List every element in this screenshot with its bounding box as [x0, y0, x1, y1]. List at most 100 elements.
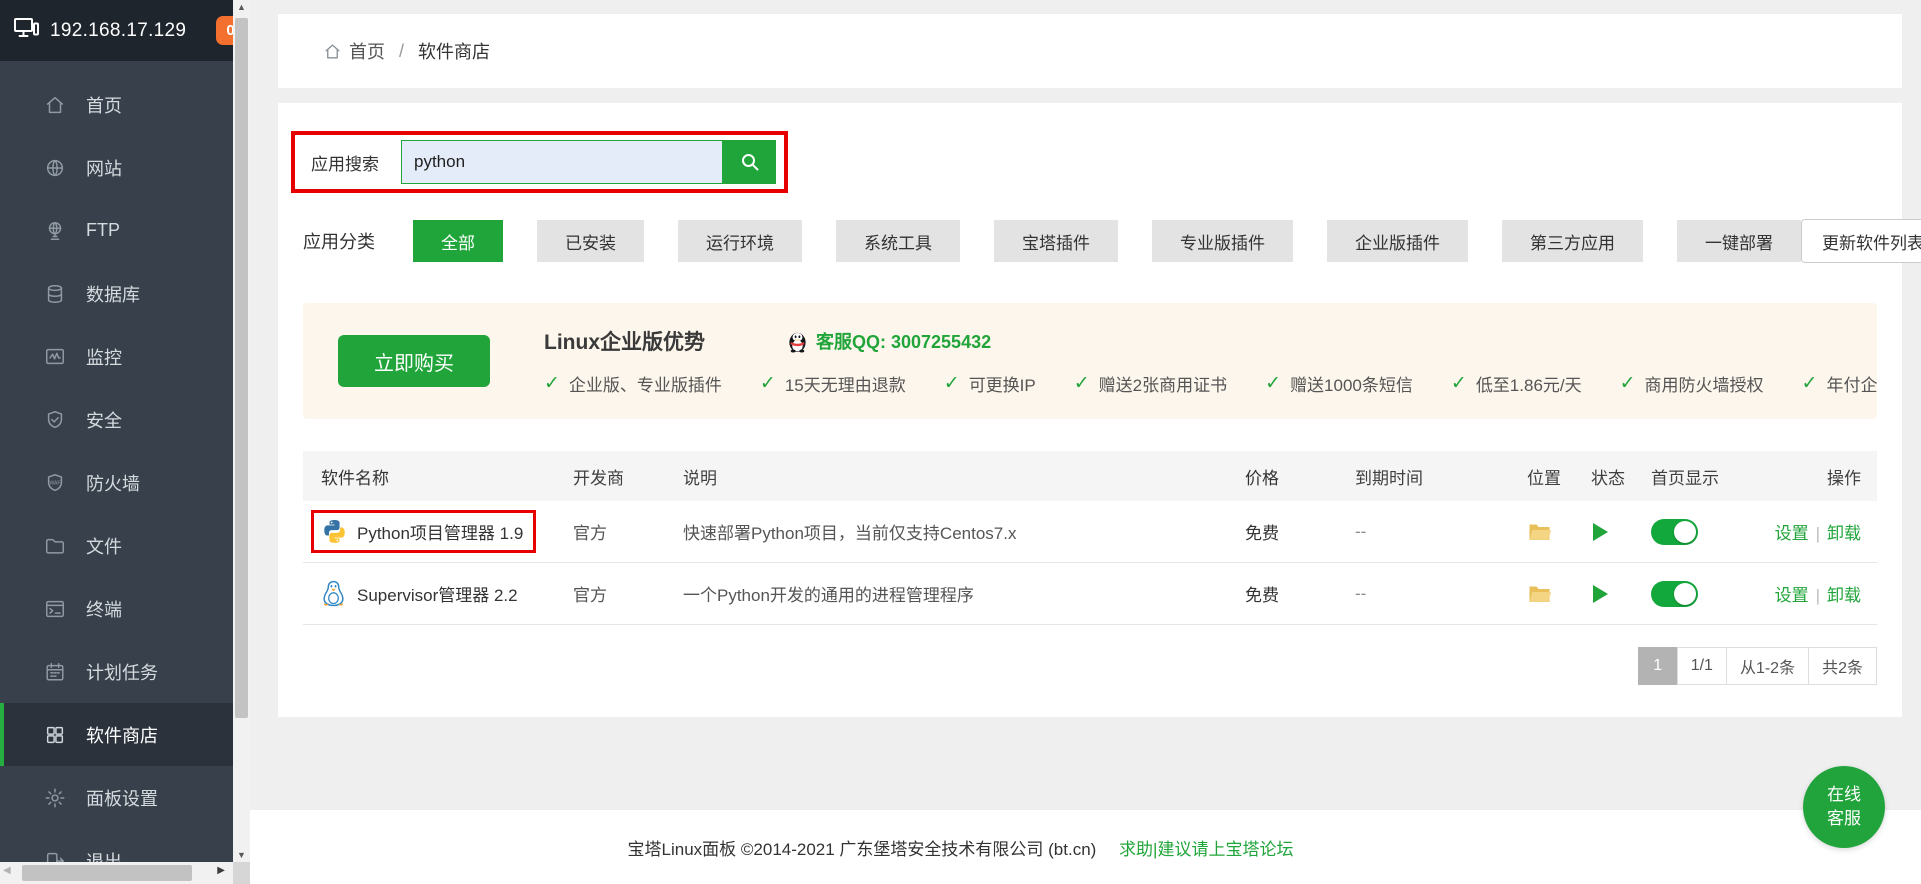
scroll-left-arrow-icon[interactable]: ◀	[3, 865, 11, 876]
category-filter-row: 应用分类 全部 已安装 运行环境 系统工具 宝塔插件 专业版插件 企业版插件 第…	[303, 219, 1877, 263]
column-header-location: 位置	[1509, 464, 1573, 489]
feature-item: 低至1.86元/天	[1476, 371, 1582, 396]
folder-icon	[44, 535, 66, 557]
uninstall-link[interactable]: 卸载	[1827, 524, 1861, 543]
footer-forum-link[interactable]: 求助|建议请上宝塔论坛	[1119, 840, 1293, 859]
category-tab-btplugin[interactable]: 宝塔插件	[994, 220, 1118, 262]
software-dev: 官方	[555, 581, 665, 606]
software-table: 软件名称 开发商 说明 价格 到期时间 位置 状态 首页显示 操作	[303, 451, 1877, 625]
sidebar-item-label: 终端	[86, 596, 122, 622]
search-input[interactable]	[401, 140, 723, 184]
sidebar-item-firewall[interactable]: WAF 防火墙	[0, 451, 233, 514]
breadcrumb-home-link[interactable]: 首页	[349, 38, 385, 64]
footer: 宝塔Linux面板 ©2014-2021 广东堡塔安全技术有限公司 (bt.cn…	[250, 810, 1921, 884]
feature-item: 企业版、专业版插件	[569, 371, 722, 396]
category-tab-installed[interactable]: 已安装	[537, 220, 644, 262]
monitor-chart-icon	[44, 346, 66, 368]
home-display-toggle[interactable]	[1651, 519, 1698, 545]
open-folder-icon[interactable]	[1527, 583, 1552, 605]
table-row: Supervisor管理器 2.2 官方 一个Python开发的通用的进程管理程…	[303, 563, 1877, 625]
scroll-up-arrow-icon[interactable]: ▲	[233, 2, 250, 12]
category-tab-systools[interactable]: 系统工具	[836, 220, 960, 262]
check-icon: ✓	[1265, 372, 1281, 395]
category-tab-proplugin[interactable]: 专业版插件	[1152, 220, 1293, 262]
software-desc: 快速部署Python项目，当前仅支持Centos7.x	[665, 519, 1227, 544]
sidebar-item-files[interactable]: 文件	[0, 514, 233, 577]
category-tab-all[interactable]: 全部	[413, 220, 503, 262]
software-dev: 官方	[555, 519, 665, 544]
sidebar-item-label: 监控	[86, 344, 122, 370]
feature-item: 赠送1000条短信	[1290, 371, 1413, 396]
sidebar-item-label: 软件商店	[86, 722, 158, 748]
category-tab-deploy[interactable]: 一键部署	[1677, 220, 1801, 262]
settings-link[interactable]: 设置	[1775, 586, 1809, 605]
ftp-globe-icon	[44, 220, 66, 242]
check-icon: ✓	[1802, 372, 1818, 395]
software-desc: 一个Python开发的通用的进程管理程序	[665, 581, 1227, 606]
running-status-play-icon[interactable]	[1593, 585, 1608, 603]
buy-now-button[interactable]: 立即购买	[338, 335, 490, 387]
column-header-dev: 开发商	[555, 464, 665, 489]
sidebar-item-label: 防火墙	[86, 470, 140, 496]
check-icon: ✓	[544, 372, 560, 395]
online-support-button[interactable]: 在线 客服	[1803, 766, 1885, 848]
gear-icon	[44, 787, 66, 809]
software-name[interactable]: Python项目管理器 1.9	[357, 519, 523, 544]
sidebar-item-settings[interactable]: 面板设置	[0, 766, 233, 829]
main-content: 首页 / 软件商店 应用搜索 应用分类 全部 已安装	[250, 0, 1921, 884]
support-label-line2: 客服	[1827, 807, 1861, 831]
uninstall-link[interactable]: 卸载	[1827, 586, 1861, 605]
search-annotation-box: 应用搜索	[291, 131, 788, 193]
category-tab-thirdparty[interactable]: 第三方应用	[1502, 220, 1643, 262]
breadcrumb-separator: /	[399, 41, 404, 62]
software-expire: --	[1337, 584, 1509, 604]
software-price: 免费	[1227, 581, 1337, 606]
tux-penguin-icon	[321, 580, 348, 607]
sidebar-vertical-scrollbar[interactable]: ▲ ▼	[233, 0, 250, 862]
sidebar-item-label: 网站	[86, 155, 122, 181]
category-tab-runtime[interactable]: 运行环境	[678, 220, 802, 262]
search-button[interactable]	[723, 140, 776, 184]
sidebar-item-monitor[interactable]: 监控	[0, 325, 233, 388]
sidebar-item-cron[interactable]: 计划任务	[0, 640, 233, 703]
scroll-down-arrow-icon[interactable]: ▼	[233, 850, 250, 860]
support-qq: 客服QQ: 3007255432	[787, 328, 991, 354]
table-header-row: 软件名称 开发商 说明 价格 到期时间 位置 状态 首页显示 操作	[303, 451, 1877, 501]
sidebar-item-label: 数据库	[86, 281, 140, 307]
sidebar-item-ftp[interactable]: FTP	[0, 199, 233, 262]
svg-text:WAF: WAF	[50, 480, 61, 486]
open-folder-icon[interactable]	[1527, 521, 1552, 543]
check-icon: ✓	[760, 372, 776, 395]
software-expire: --	[1337, 522, 1509, 542]
sidebar-item-website[interactable]: 网站	[0, 136, 233, 199]
sidebar-horizontal-scrollbar[interactable]: ◀ ▶	[0, 862, 233, 884]
support-qq-text: 客服QQ: 3007255432	[816, 328, 991, 354]
horizontal-scroll-thumb[interactable]	[22, 865, 192, 881]
page-number-button[interactable]: 1	[1638, 647, 1678, 685]
scroll-right-arrow-icon[interactable]: ▶	[217, 865, 225, 876]
sidebar-item-security[interactable]: 安全	[0, 388, 233, 451]
action-separator: |	[1816, 586, 1820, 605]
software-name[interactable]: Supervisor管理器 2.2	[357, 581, 518, 606]
software-price: 免费	[1227, 519, 1337, 544]
settings-link[interactable]: 设置	[1775, 524, 1809, 543]
qq-penguin-icon	[787, 330, 808, 353]
sidebar-item-terminal[interactable]: 终端	[0, 577, 233, 640]
sidebar-item-database[interactable]: 数据库	[0, 262, 233, 325]
home-display-toggle[interactable]	[1651, 581, 1698, 607]
toggle-knob	[1674, 583, 1696, 605]
sidebar-item-home[interactable]: 首页	[0, 73, 233, 136]
page-range: 从1-2条	[1726, 647, 1809, 685]
running-status-play-icon[interactable]	[1593, 523, 1608, 541]
breadcrumb: 首页 / 软件商店	[323, 38, 490, 64]
home-icon	[44, 94, 66, 116]
server-header: 192.168.17.129 0	[0, 0, 233, 61]
sidebar-item-appstore[interactable]: 软件商店	[0, 703, 233, 766]
update-software-list-button[interactable]: 更新软件列表	[1801, 219, 1921, 263]
category-tab-entplugin[interactable]: 企业版插件	[1327, 220, 1468, 262]
vertical-scroll-thumb[interactable]	[235, 18, 248, 718]
baota-panel-page: 192.168.17.129 0 首页 网站 FTP 数据库 监控	[0, 0, 1921, 884]
column-header-expire: 到期时间	[1337, 464, 1509, 489]
check-icon: ✓	[1451, 372, 1467, 395]
footer-copyright: 宝塔Linux面板 ©2014-2021 广东堡塔安全技术有限公司 (bt.cn…	[628, 840, 1097, 859]
